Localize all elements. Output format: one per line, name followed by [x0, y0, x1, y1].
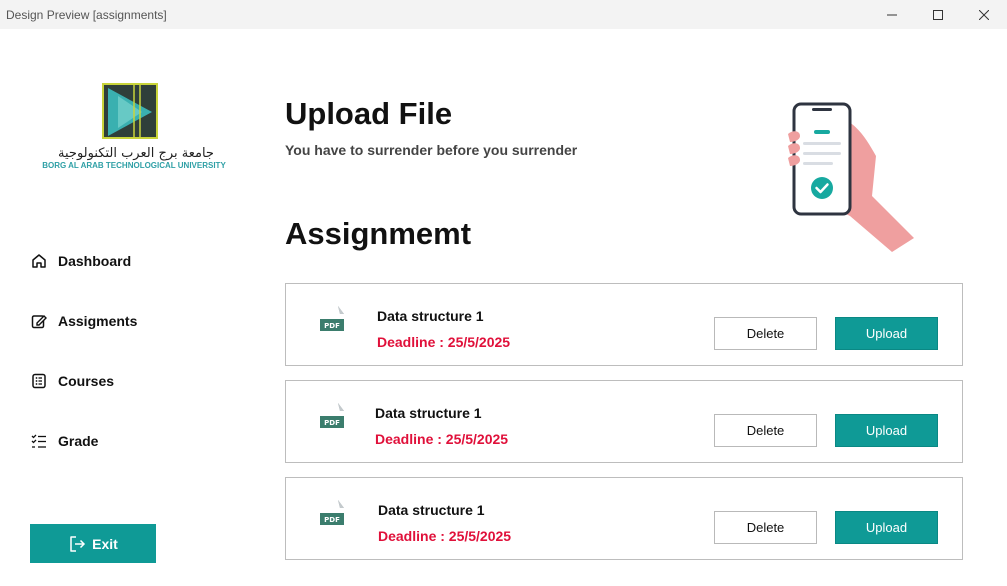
assignment-card: PDF Data structure 1 Deadline : 25/5/202…: [285, 283, 963, 366]
sidebar-item-dashboard[interactable]: Dashboard: [30, 252, 230, 312]
exit-button-label: Exit: [92, 535, 118, 552]
checklist-icon: [30, 432, 48, 450]
delete-button[interactable]: Delete: [714, 511, 817, 544]
sidebar-item-grade[interactable]: Grade: [30, 432, 230, 492]
logout-icon: [68, 535, 86, 553]
pdf-badge-text: PDF: [324, 419, 340, 427]
maximize-icon[interactable]: [915, 0, 961, 29]
pdf-badge-text: PDF: [324, 516, 340, 524]
assignment-deadline: Deadline : 25/5/2025: [377, 334, 511, 350]
sidebar-item-label: Courses: [58, 373, 115, 389]
list-icon: [30, 372, 48, 390]
assignment-name: Data structure 1: [378, 502, 485, 518]
sidebar-item-label: Assigments: [58, 313, 138, 329]
upload-button[interactable]: Upload: [835, 414, 938, 447]
sidebar-item-label: Grade: [58, 433, 99, 449]
window-titlebar: Design Preview [assignments]: [0, 0, 1007, 29]
assignment-list: PDF Data structure 1 Deadline : 25/5/202…: [285, 283, 963, 574]
assignment-deadline: Deadline : 25/5/2025: [378, 528, 512, 544]
window-controls: [869, 0, 1007, 29]
assignment-deadline: Deadline : 25/5/2025: [375, 431, 509, 447]
university-logo: جامعة برج العرب التكنولوجية BORG AL ARAB…: [30, 82, 242, 174]
pdf-file-icon: PDF: [318, 500, 346, 532]
pdf-file-icon: PDF: [318, 306, 346, 338]
upload-button[interactable]: Upload: [835, 317, 938, 350]
sidebar-item-assigments[interactable]: Assigments: [30, 312, 230, 372]
page-subtitle: You have to surrender before you surrend…: [285, 142, 578, 158]
window-title: Design Preview [assignments]: [6, 7, 167, 22]
home-icon: [30, 252, 48, 270]
close-icon[interactable]: [961, 0, 1007, 29]
sidebar-nav: Dashboard Assigments Courses Grade: [30, 252, 230, 492]
assignment-name: Data structure 1: [377, 308, 484, 324]
pdf-file-icon: PDF: [318, 403, 346, 435]
exit-button[interactable]: Exit: [30, 524, 156, 563]
phone-hand-illustration: [780, 98, 920, 254]
assignment-name: Data structure 1: [375, 405, 482, 421]
delete-button[interactable]: Delete: [714, 317, 817, 350]
sidebar-item-label: Dashboard: [58, 253, 132, 269]
sidebar-item-courses[interactable]: Courses: [30, 372, 230, 432]
logo-arabic-text: جامعة برج العرب التكنولوجية: [58, 146, 214, 161]
minimize-icon[interactable]: [869, 0, 915, 29]
delete-button[interactable]: Delete: [714, 414, 817, 447]
section-title: Assignmemt: [285, 216, 472, 251]
logo-english-text: BORG AL ARAB TECHNOLOGICAL UNIVERSITY: [42, 161, 226, 170]
page-title: Upload File: [285, 96, 453, 131]
upload-button[interactable]: Upload: [835, 511, 938, 544]
pdf-badge-text: PDF: [324, 322, 340, 330]
assignment-card: PDF Data structure 1 Deadline : 25/5/202…: [285, 477, 963, 560]
assignment-card: PDF Data structure 1 Deadline : 25/5/202…: [285, 380, 963, 463]
edit-icon: [30, 312, 48, 330]
